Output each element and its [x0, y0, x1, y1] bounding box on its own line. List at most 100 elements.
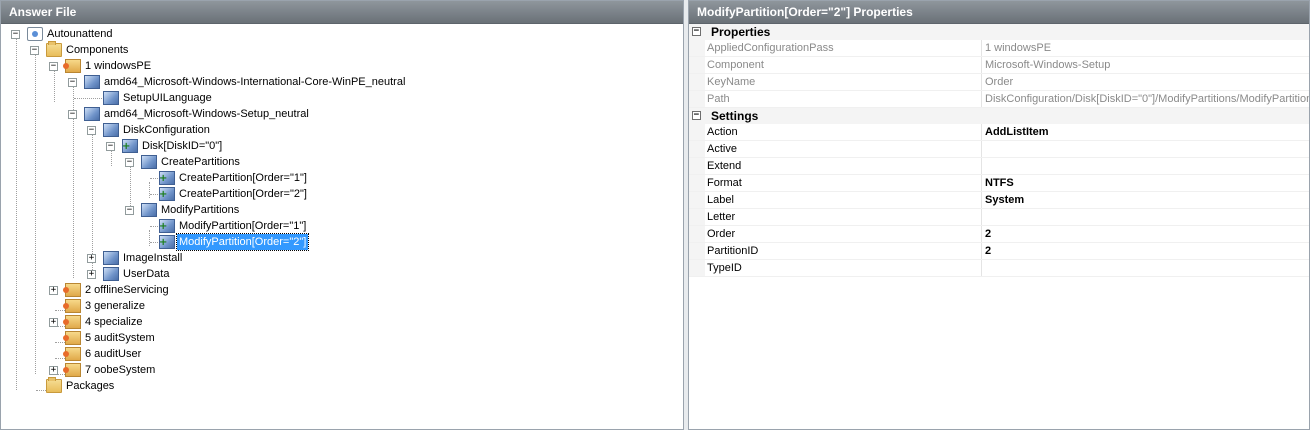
- property-row[interactable]: Order 2: [689, 226, 1309, 243]
- row-gutter: [689, 209, 705, 225]
- tree-label: ModifyPartition[Order="1"]: [179, 220, 307, 232]
- row-gutter: [689, 192, 705, 208]
- property-name: TypeID: [707, 262, 742, 274]
- property-row[interactable]: KeyName Order: [689, 74, 1309, 91]
- property-name: Extend: [707, 160, 742, 172]
- row-gutter: [689, 226, 705, 242]
- tree-label: 1 windowsPE: [85, 60, 152, 72]
- property-row[interactable]: Path DiskConfiguration/Disk[DiskID="0"]/M…: [689, 91, 1309, 108]
- list-item-icon: [122, 139, 138, 153]
- component-icon: [84, 75, 100, 89]
- category-label: Settings: [711, 109, 759, 123]
- config-pass-icon: [63, 347, 81, 361]
- setting-icon: [103, 251, 119, 265]
- property-name: Order: [707, 228, 736, 240]
- property-row[interactable]: Component Microsoft-Windows-Setup: [689, 57, 1309, 74]
- config-pass-icon: [63, 363, 81, 377]
- collapse-icon[interactable]: −: [68, 78, 77, 87]
- collapse-icon[interactable]: −: [125, 158, 134, 167]
- expand-icon[interactable]: +: [49, 286, 58, 295]
- property-name: Path: [707, 93, 730, 105]
- setting-icon: [103, 123, 119, 137]
- list-item-icon: [159, 187, 175, 201]
- expand-icon[interactable]: +: [49, 318, 58, 327]
- row-gutter: [689, 91, 705, 107]
- folder-icon: [46, 41, 62, 57]
- collapse-icon[interactable]: −: [692, 27, 701, 36]
- row-gutter: [689, 141, 705, 157]
- row-gutter: [689, 57, 705, 73]
- property-value[interactable]: [981, 141, 1309, 157]
- collapse-icon[interactable]: −: [30, 46, 39, 55]
- answer-file-header: Answer File: [1, 1, 683, 24]
- category-properties[interactable]: − Properties: [689, 24, 1309, 40]
- property-value[interactable]: AddListItem: [981, 124, 1309, 140]
- collapse-icon[interactable]: −: [68, 110, 77, 119]
- property-name: Format: [707, 177, 742, 189]
- tree-label: 4 specialize: [85, 316, 143, 328]
- row-gutter: [689, 158, 705, 174]
- list-item-icon: [159, 235, 175, 249]
- tree-label: DiskConfiguration: [123, 124, 210, 136]
- tree-label: 2 offlineServicing: [85, 284, 169, 296]
- collapse-icon[interactable]: −: [125, 206, 134, 215]
- property-row[interactable]: Action AddListItem: [689, 124, 1309, 141]
- property-value: Order: [981, 74, 1309, 90]
- expand-icon[interactable]: +: [87, 270, 96, 279]
- setting-icon: [141, 155, 157, 169]
- property-name: Action: [707, 126, 738, 138]
- collapse-icon[interactable]: −: [106, 142, 115, 151]
- category-settings[interactable]: − Settings: [689, 108, 1309, 124]
- property-value: Microsoft-Windows-Setup: [981, 57, 1309, 73]
- property-row[interactable]: PartitionID 2: [689, 243, 1309, 260]
- collapse-icon[interactable]: −: [692, 111, 701, 120]
- property-row[interactable]: TypeID: [689, 260, 1309, 277]
- property-row[interactable]: Letter: [689, 209, 1309, 226]
- property-row[interactable]: Format NTFS: [689, 175, 1309, 192]
- tree-label: ImageInstall: [123, 252, 183, 264]
- property-value[interactable]: [981, 209, 1309, 225]
- config-pass-icon: [63, 59, 81, 73]
- config-pass-icon: [63, 299, 81, 313]
- tree-label-selected: ModifyPartition[Order="2"]: [175, 233, 310, 251]
- setting-icon: [103, 267, 119, 281]
- setting-icon: [103, 91, 119, 105]
- collapse-icon[interactable]: −: [87, 126, 96, 135]
- property-value[interactable]: NTFS: [981, 175, 1309, 191]
- answer-file-tree[interactable]: − Autounattend − Components − 1 windowsP…: [1, 24, 683, 424]
- collapse-icon[interactable]: −: [11, 30, 20, 39]
- property-name: Label: [707, 194, 734, 206]
- component-icon: [84, 107, 100, 121]
- tree-label: 5 auditSystem: [85, 332, 155, 344]
- tree-label: CreatePartitions: [161, 156, 240, 168]
- tree-label: 6 auditUser: [85, 348, 142, 360]
- tree-label: Packages: [66, 380, 115, 392]
- property-row[interactable]: Active: [689, 141, 1309, 158]
- row-gutter: [689, 260, 705, 276]
- tree-label: ModifyPartitions: [161, 204, 240, 216]
- config-pass-icon: [63, 283, 81, 297]
- property-value[interactable]: 2: [981, 243, 1309, 259]
- category-label: Properties: [711, 25, 771, 39]
- collapse-icon[interactable]: −: [49, 62, 58, 71]
- property-value[interactable]: System: [981, 192, 1309, 208]
- property-name: Component: [707, 59, 764, 71]
- property-row[interactable]: Extend: [689, 158, 1309, 175]
- answer-file-icon: [27, 27, 43, 41]
- tree-label: amd64_Microsoft-Windows-International-Co…: [104, 76, 406, 88]
- property-name: KeyName: [707, 76, 756, 88]
- config-pass-icon: [63, 331, 81, 345]
- property-grid: − Properties AppliedConfigurationPass 1 w…: [689, 24, 1309, 277]
- property-row[interactable]: Label System: [689, 192, 1309, 209]
- properties-header: ModifyPartition[Order="2"] Properties: [689, 1, 1309, 24]
- property-value[interactable]: [981, 158, 1309, 174]
- property-value: DiskConfiguration/Disk[DiskID="0"]/Modif…: [981, 91, 1309, 107]
- expand-icon[interactable]: +: [49, 366, 58, 375]
- row-gutter: [689, 175, 705, 191]
- expand-icon[interactable]: +: [87, 254, 96, 263]
- property-value[interactable]: [981, 260, 1309, 276]
- tree-label: Disk[DiskID="0"]: [142, 140, 223, 152]
- property-row[interactable]: AppliedConfigurationPass 1 windowsPE: [689, 40, 1309, 57]
- setting-icon: [141, 203, 157, 217]
- property-value[interactable]: 2: [981, 226, 1309, 242]
